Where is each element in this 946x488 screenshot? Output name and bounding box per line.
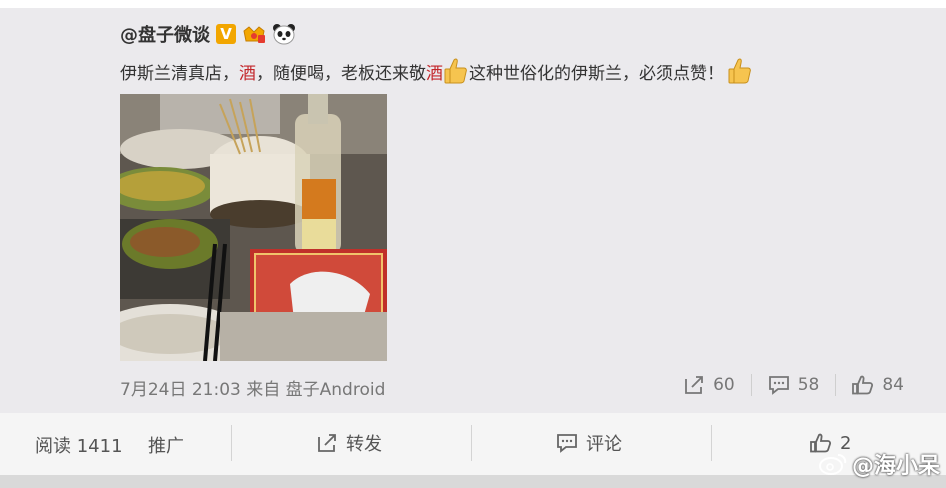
repost-label: 转发 xyxy=(346,434,382,455)
divider xyxy=(711,425,712,461)
comment-label: 评论 xyxy=(586,434,622,455)
post-text-highlight-2[interactable]: 酒 xyxy=(426,59,443,84)
author-name[interactable]: @盘子微谈 xyxy=(120,21,210,47)
thumbs-up-emoji-icon xyxy=(728,58,751,84)
hotpot-photo-image xyxy=(120,94,387,361)
repost-icon xyxy=(318,434,336,452)
bottom-action-bar: 阅读 1411 推广 转发 评论 2 xyxy=(0,413,946,475)
post-stats: 60 58 84 xyxy=(667,374,920,396)
like-stat[interactable]: 84 xyxy=(835,374,920,396)
divider xyxy=(471,425,472,461)
repost-stat[interactable]: 60 xyxy=(667,374,751,396)
promote-button[interactable]: 推广 xyxy=(148,432,184,458)
post-text-highlight-1[interactable]: 酒 xyxy=(239,59,256,84)
post-text-part1: 伊斯兰清真店， xyxy=(120,63,239,84)
author-row: @盘子微谈 V xyxy=(120,21,302,47)
like-icon xyxy=(852,375,874,395)
post-meta[interactable]: 7月24日 21:03 来自 盘子Android xyxy=(120,375,385,400)
panda-badge-icon[interactable] xyxy=(272,23,296,45)
comment-icon xyxy=(768,376,789,395)
verified-badge-icon[interactable]: V xyxy=(216,24,236,44)
post-text: 伊斯兰清真店， 酒 ，随便喝，老板还来敬 酒 这种世俗化的伊斯兰，必须点赞！ xyxy=(120,56,753,86)
repost-button[interactable]: 转发 xyxy=(316,431,382,455)
post-photo[interactable] xyxy=(120,94,387,361)
thumbs-up-emoji-icon xyxy=(444,58,467,84)
comment-button[interactable]: 评论 xyxy=(556,431,622,455)
weibo-watermark: @海小呆 xyxy=(818,448,940,480)
post-text-part3: 这种世俗化的伊斯兰，必须点赞！ xyxy=(469,63,724,84)
comment-stat[interactable]: 58 xyxy=(750,374,836,396)
weibo-logo-icon xyxy=(818,454,847,475)
read-count: 阅读 1411 xyxy=(35,436,123,457)
comment-count: 58 xyxy=(797,375,820,395)
crown-badge-icon[interactable] xyxy=(242,23,266,45)
top-strip xyxy=(0,0,946,8)
repost-count: 60 xyxy=(713,375,735,395)
like-count: 84 xyxy=(882,375,904,395)
weibo-post: @盘子微谈 V 伊斯兰清真店， 酒 ，随便喝，老板还来敬 酒 这种世俗化的伊斯兰… xyxy=(0,8,946,413)
divider xyxy=(231,425,232,461)
watermark-text: @海小呆 xyxy=(851,454,940,479)
post-text-part2: ，随便喝，老板还来敬 xyxy=(256,63,426,84)
footer-strip xyxy=(0,475,946,488)
repost-icon xyxy=(685,376,703,394)
comment-icon xyxy=(557,434,577,453)
